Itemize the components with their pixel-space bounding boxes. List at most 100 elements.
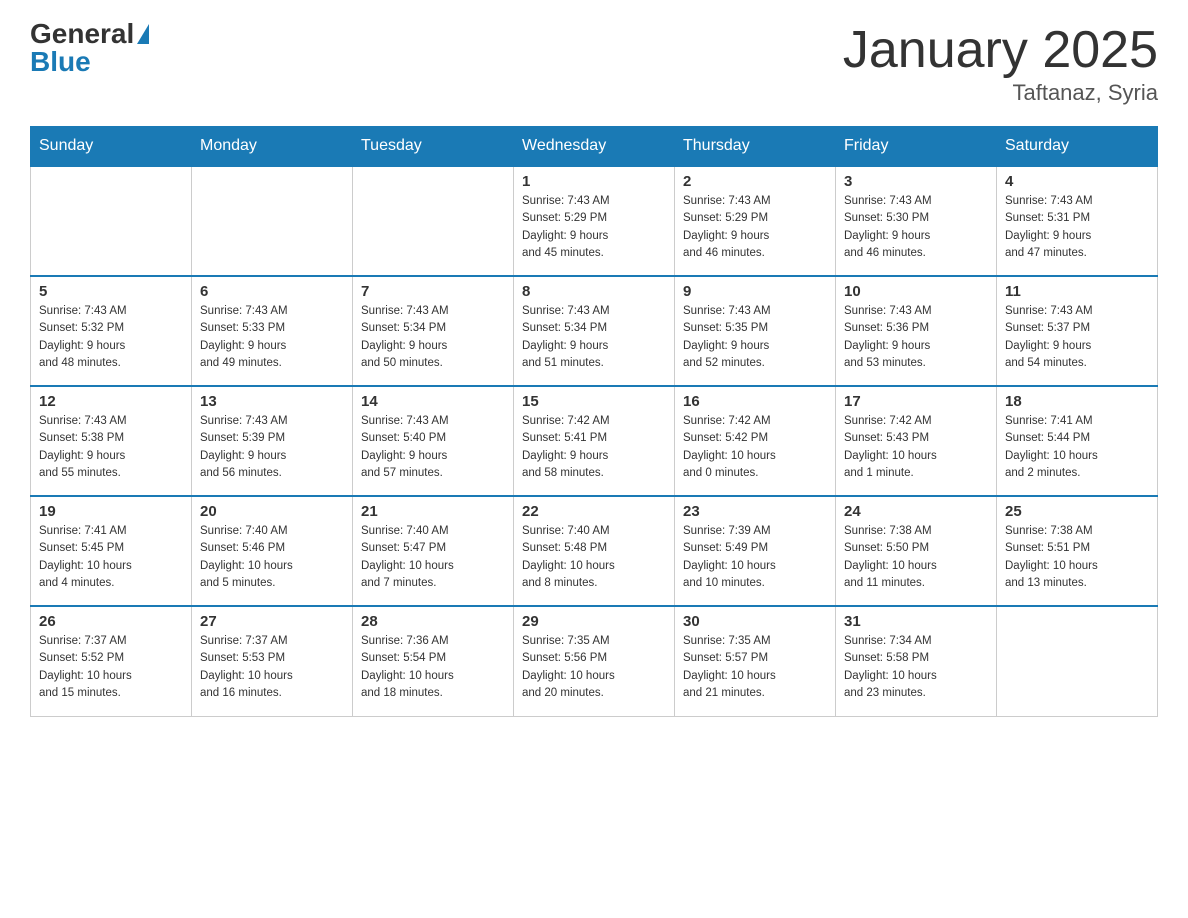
day-info: Sunrise: 7:43 AM Sunset: 5:31 PM Dayligh… xyxy=(1005,193,1149,262)
day-info: Sunrise: 7:35 AM Sunset: 5:56 PM Dayligh… xyxy=(522,633,666,702)
day-number: 18 xyxy=(1005,393,1149,410)
day-info: Sunrise: 7:41 AM Sunset: 5:44 PM Dayligh… xyxy=(1005,413,1149,482)
day-number: 2 xyxy=(683,173,827,190)
calendar-cell: 20 Sunrise: 7:40 AM Sunset: 5:46 PM Dayli… xyxy=(192,496,353,606)
weekday-header-saturday: Saturday xyxy=(997,127,1158,167)
calendar-cell: 13Sunrise: 7:43 AM Sunset: 5:39 PM Dayli… xyxy=(192,386,353,496)
day-info: Sunrise: 7:40 AM Sunset: 5:47 PM Dayligh… xyxy=(361,523,505,592)
day-info: Sunrise: 7:37 AM Sunset: 5:53 PM Dayligh… xyxy=(200,633,344,702)
day-info: Sunrise: 7:42 AM Sunset: 5:41 PM Dayligh… xyxy=(522,413,666,482)
calendar-cell: 22Sunrise: 7:40 AM Sunset: 5:48 PM Dayli… xyxy=(514,496,675,606)
calendar-cell: 21 Sunrise: 7:40 AM Sunset: 5:47 PM Dayli… xyxy=(353,496,514,606)
weekday-header-monday: Monday xyxy=(192,127,353,167)
logo: General Blue xyxy=(30,20,149,76)
day-info: Sunrise: 7:43 AM Sunset: 5:29 PM Dayligh… xyxy=(683,193,827,262)
calendar-cell: 19Sunrise: 7:41 AM Sunset: 5:45 PM Dayli… xyxy=(31,496,192,606)
day-info: Sunrise: 7:41 AM Sunset: 5:45 PM Dayligh… xyxy=(39,523,183,592)
day-info: Sunrise: 7:43 AM Sunset: 5:34 PM Dayligh… xyxy=(361,303,505,372)
calendar-cell: 23Sunrise: 7:39 AM Sunset: 5:49 PM Dayli… xyxy=(675,496,836,606)
week-row-3: 12Sunrise: 7:43 AM Sunset: 5:38 PM Dayli… xyxy=(31,386,1158,496)
calendar-cell: 3 Sunrise: 7:43 AM Sunset: 5:30 PM Daylig… xyxy=(836,166,997,276)
day-number: 25 xyxy=(1005,503,1149,520)
day-info: Sunrise: 7:43 AM Sunset: 5:29 PM Dayligh… xyxy=(522,193,666,262)
calendar-cell: 24Sunrise: 7:38 AM Sunset: 5:50 PM Dayli… xyxy=(836,496,997,606)
calendar-cell: 30 Sunrise: 7:35 AM Sunset: 5:57 PM Dayli… xyxy=(675,606,836,716)
calendar-cell xyxy=(192,166,353,276)
calendar-cell: 10Sunrise: 7:43 AM Sunset: 5:36 PM Dayli… xyxy=(836,276,997,386)
calendar-cell: 17 Sunrise: 7:42 AM Sunset: 5:43 PM Dayli… xyxy=(836,386,997,496)
day-number: 1 xyxy=(522,173,666,190)
day-number: 20 xyxy=(200,503,344,520)
day-number: 9 xyxy=(683,283,827,300)
logo-top-row: General xyxy=(30,20,149,48)
weekday-header-friday: Friday xyxy=(836,127,997,167)
week-row-4: 19Sunrise: 7:41 AM Sunset: 5:45 PM Dayli… xyxy=(31,496,1158,606)
day-number: 21 xyxy=(361,503,505,520)
calendar-cell: 8 Sunrise: 7:43 AM Sunset: 5:34 PM Daylig… xyxy=(514,276,675,386)
calendar-cell: 16Sunrise: 7:42 AM Sunset: 5:42 PM Dayli… xyxy=(675,386,836,496)
day-number: 10 xyxy=(844,283,988,300)
day-number: 26 xyxy=(39,613,183,630)
calendar-cell: 29 Sunrise: 7:35 AM Sunset: 5:56 PM Dayli… xyxy=(514,606,675,716)
logo-blue-row: Blue xyxy=(30,48,91,76)
day-number: 7 xyxy=(361,283,505,300)
weekday-header-sunday: Sunday xyxy=(31,127,192,167)
calendar-cell: 14Sunrise: 7:43 AM Sunset: 5:40 PM Dayli… xyxy=(353,386,514,496)
day-number: 15 xyxy=(522,393,666,410)
calendar-cell: 9 Sunrise: 7:43 AM Sunset: 5:35 PM Daylig… xyxy=(675,276,836,386)
page-header: General Blue January 2025 Taftanaz, Syri… xyxy=(30,20,1158,106)
logo-triangle-icon xyxy=(137,24,149,44)
calendar-cell: 4 Sunrise: 7:43 AM Sunset: 5:31 PM Daylig… xyxy=(997,166,1158,276)
day-number: 11 xyxy=(1005,283,1149,300)
day-info: Sunrise: 7:37 AM Sunset: 5:52 PM Dayligh… xyxy=(39,633,183,702)
day-number: 5 xyxy=(39,283,183,300)
day-info: Sunrise: 7:43 AM Sunset: 5:35 PM Dayligh… xyxy=(683,303,827,372)
day-info: Sunrise: 7:43 AM Sunset: 5:30 PM Dayligh… xyxy=(844,193,988,262)
calendar-cell: 27Sunrise: 7:37 AM Sunset: 5:53 PM Dayli… xyxy=(192,606,353,716)
day-info: Sunrise: 7:42 AM Sunset: 5:43 PM Dayligh… xyxy=(844,413,988,482)
day-number: 3 xyxy=(844,173,988,190)
day-info: Sunrise: 7:43 AM Sunset: 5:34 PM Dayligh… xyxy=(522,303,666,372)
day-info: Sunrise: 7:35 AM Sunset: 5:57 PM Dayligh… xyxy=(683,633,827,702)
day-info: Sunrise: 7:40 AM Sunset: 5:48 PM Dayligh… xyxy=(522,523,666,592)
month-title: January 2025 xyxy=(843,20,1158,80)
day-number: 12 xyxy=(39,393,183,410)
calendar-cell: 31 Sunrise: 7:34 AM Sunset: 5:58 PM Dayli… xyxy=(836,606,997,716)
day-info: Sunrise: 7:42 AM Sunset: 5:42 PM Dayligh… xyxy=(683,413,827,482)
calendar-cell: 7 Sunrise: 7:43 AM Sunset: 5:34 PM Daylig… xyxy=(353,276,514,386)
day-number: 28 xyxy=(361,613,505,630)
week-row-5: 26 Sunrise: 7:37 AM Sunset: 5:52 PM Dayli… xyxy=(31,606,1158,716)
day-number: 6 xyxy=(200,283,344,300)
calendar-cell: 28 Sunrise: 7:36 AM Sunset: 5:54 PM Dayli… xyxy=(353,606,514,716)
day-info: Sunrise: 7:43 AM Sunset: 5:39 PM Dayligh… xyxy=(200,413,344,482)
day-info: Sunrise: 7:38 AM Sunset: 5:50 PM Dayligh… xyxy=(844,523,988,592)
week-row-1: 1 Sunrise: 7:43 AM Sunset: 5:29 PM Daylig… xyxy=(31,166,1158,276)
day-number: 31 xyxy=(844,613,988,630)
calendar-cell: 15 Sunrise: 7:42 AM Sunset: 5:41 PM Dayli… xyxy=(514,386,675,496)
calendar-cell: 5Sunrise: 7:43 AM Sunset: 5:32 PM Daylig… xyxy=(31,276,192,386)
weekday-header-tuesday: Tuesday xyxy=(353,127,514,167)
day-info: Sunrise: 7:43 AM Sunset: 5:33 PM Dayligh… xyxy=(200,303,344,372)
calendar-cell: 26 Sunrise: 7:37 AM Sunset: 5:52 PM Dayli… xyxy=(31,606,192,716)
day-info: Sunrise: 7:40 AM Sunset: 5:46 PM Dayligh… xyxy=(200,523,344,592)
calendar-cell xyxy=(353,166,514,276)
day-number: 17 xyxy=(844,393,988,410)
day-info: Sunrise: 7:39 AM Sunset: 5:49 PM Dayligh… xyxy=(683,523,827,592)
title-block: January 2025 Taftanaz, Syria xyxy=(843,20,1158,106)
day-info: Sunrise: 7:43 AM Sunset: 5:37 PM Dayligh… xyxy=(1005,303,1149,372)
week-row-2: 5Sunrise: 7:43 AM Sunset: 5:32 PM Daylig… xyxy=(31,276,1158,386)
logo-general-text: General xyxy=(30,20,134,48)
location-text: Taftanaz, Syria xyxy=(843,80,1158,106)
calendar-cell xyxy=(997,606,1158,716)
calendar-cell: 12Sunrise: 7:43 AM Sunset: 5:38 PM Dayli… xyxy=(31,386,192,496)
calendar-cell xyxy=(31,166,192,276)
day-info: Sunrise: 7:43 AM Sunset: 5:40 PM Dayligh… xyxy=(361,413,505,482)
day-number: 8 xyxy=(522,283,666,300)
day-info: Sunrise: 7:34 AM Sunset: 5:58 PM Dayligh… xyxy=(844,633,988,702)
day-number: 30 xyxy=(683,613,827,630)
day-info: Sunrise: 7:36 AM Sunset: 5:54 PM Dayligh… xyxy=(361,633,505,702)
day-number: 29 xyxy=(522,613,666,630)
day-number: 4 xyxy=(1005,173,1149,190)
calendar-cell: 6 Sunrise: 7:43 AM Sunset: 5:33 PM Daylig… xyxy=(192,276,353,386)
calendar-table: SundayMondayTuesdayWednesdayThursdayFrid… xyxy=(30,126,1158,717)
